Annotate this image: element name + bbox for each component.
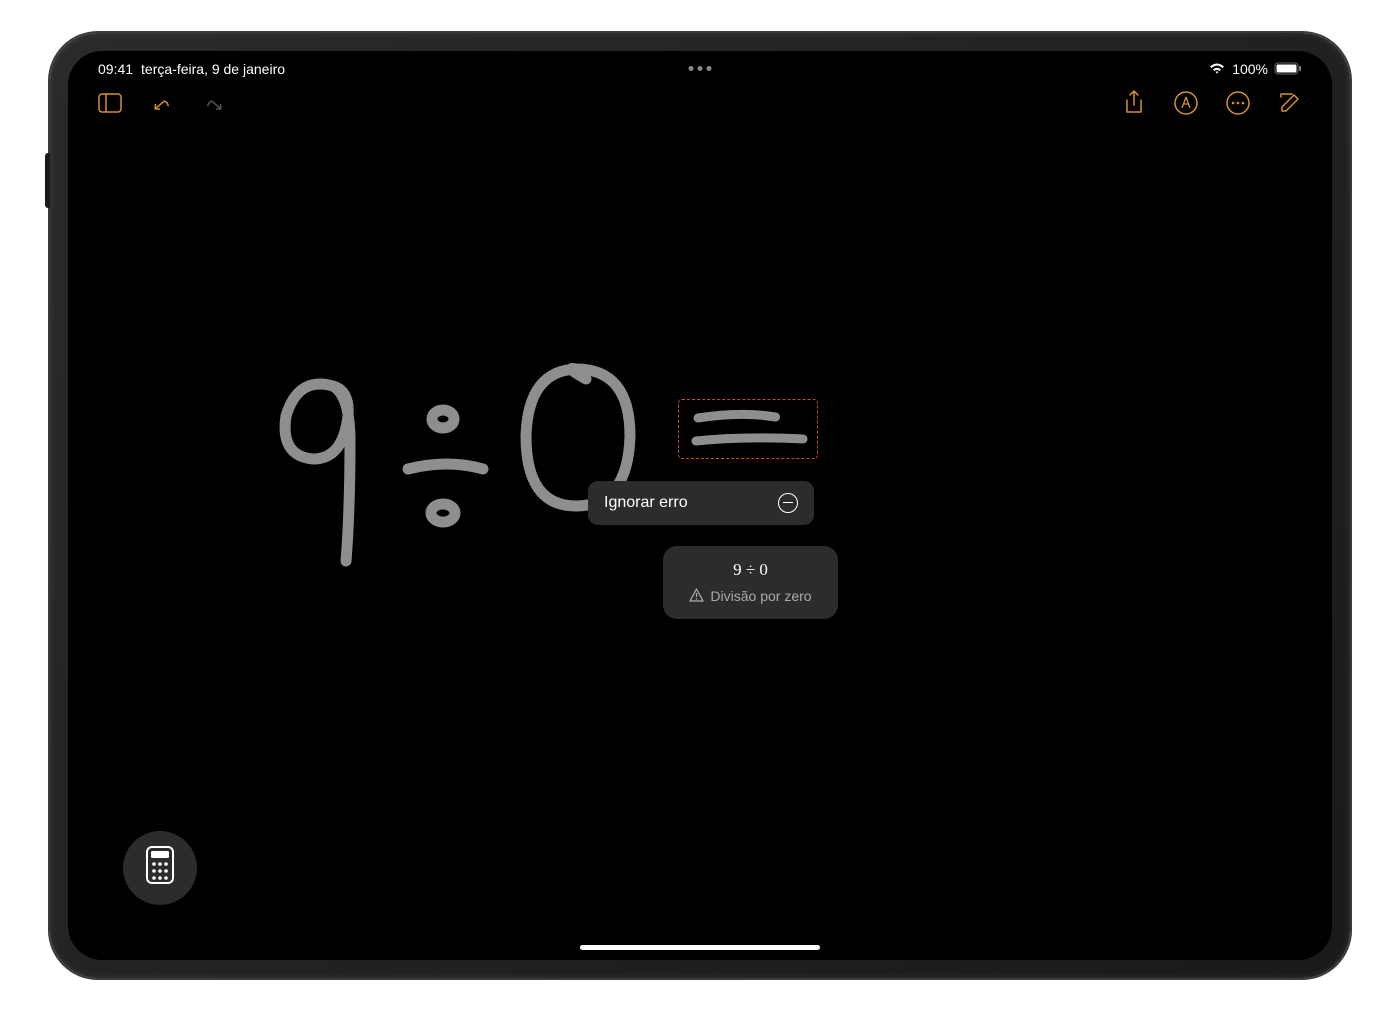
canvas-area[interactable]: Ignorar erro 9 ÷ 0 Divisão por zero [68, 141, 1332, 960]
warning-icon [689, 588, 704, 605]
redo-icon [202, 91, 226, 115]
status-bar-right: 100% [1208, 61, 1302, 77]
status-bar-left: 09:41 terça-feira, 9 de janeiro [98, 61, 285, 77]
sidebar-toggle-icon[interactable] [98, 91, 122, 115]
home-indicator[interactable] [580, 945, 820, 950]
battery-percent: 100% [1232, 61, 1268, 77]
app-toolbar [68, 81, 1332, 125]
screen: 09:41 terça-feira, 9 de janeiro 100% [68, 51, 1332, 960]
battery-icon [1274, 62, 1302, 75]
error-highlight[interactable] [678, 399, 818, 459]
handwritten-expression [258, 341, 678, 571]
status-bar: 09:41 terça-feira, 9 de janeiro 100% [68, 51, 1332, 81]
error-expression: 9 ÷ 0 [683, 560, 818, 580]
error-detail-card: 9 ÷ 0 Divisão por zero [663, 546, 838, 619]
calculator-icon [146, 846, 174, 889]
status-time: 09:41 [98, 61, 133, 77]
multitasking-dots[interactable] [689, 66, 712, 71]
share-icon[interactable] [1122, 91, 1146, 115]
error-message-text: Divisão por zero [710, 588, 811, 604]
markup-icon[interactable] [1174, 91, 1198, 115]
wifi-icon [1208, 62, 1226, 76]
calculator-button[interactable] [123, 831, 197, 905]
ignore-error-popup[interactable]: Ignorar erro [588, 481, 814, 525]
dismiss-icon[interactable] [778, 493, 798, 513]
undo-icon[interactable] [150, 91, 174, 115]
status-date: terça-feira, 9 de janeiro [141, 61, 285, 77]
ipad-device-frame: 09:41 terça-feira, 9 de janeiro 100% [50, 33, 1350, 978]
compose-icon[interactable] [1278, 91, 1302, 115]
ignore-error-label: Ignorar erro [604, 494, 688, 512]
error-message-row: Divisão por zero [683, 588, 818, 605]
more-icon[interactable] [1226, 91, 1250, 115]
